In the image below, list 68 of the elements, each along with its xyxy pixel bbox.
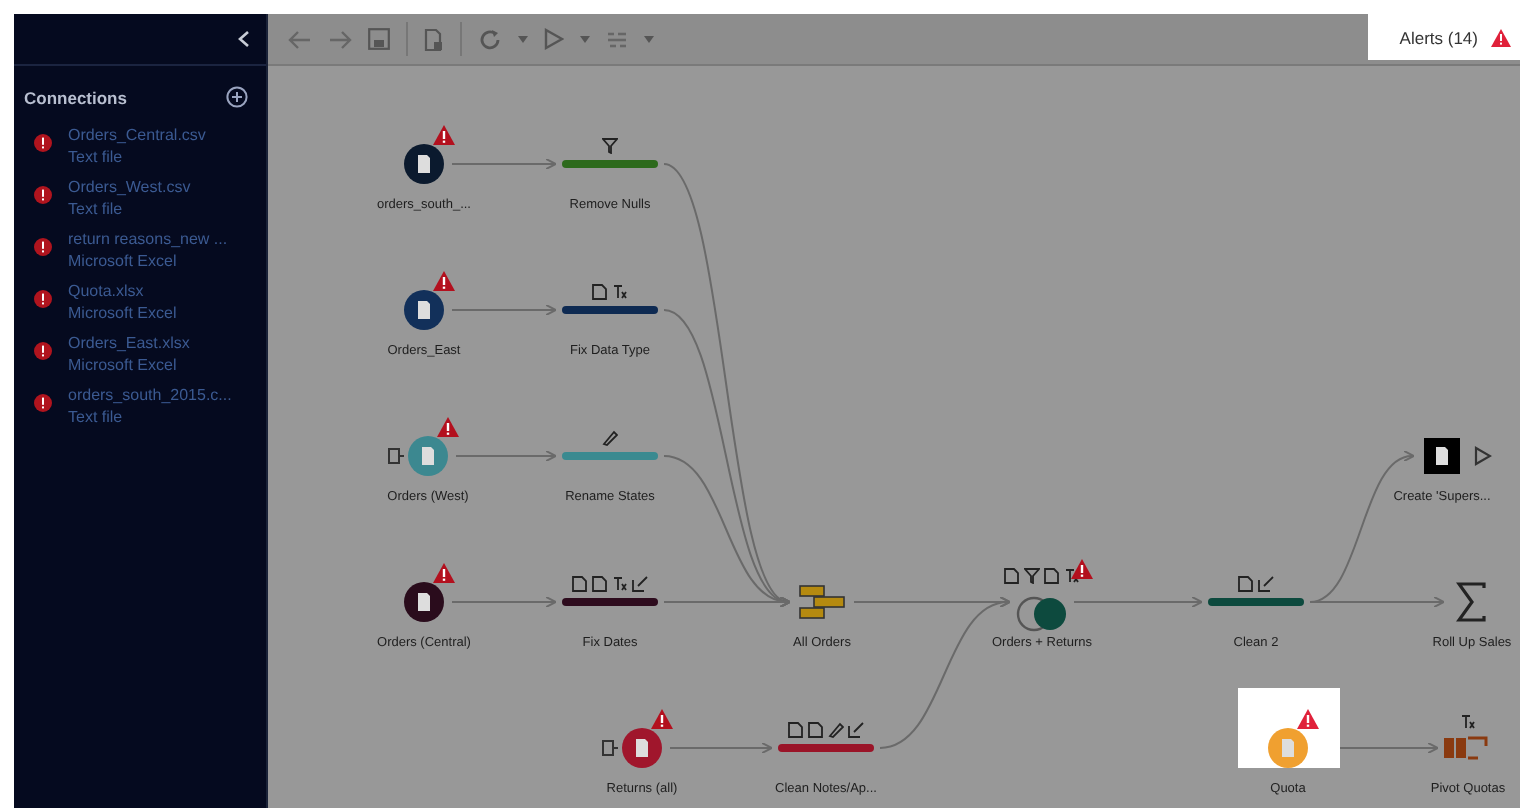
connection-name: Orders_West.csv [68,176,191,198]
connection-name: return reasons_new ... [68,228,228,250]
connections-heading: Connections [24,87,127,107]
clean-step-bar[interactable] [562,160,658,168]
back-icon[interactable] [288,29,312,49]
connection-item[interactable]: Orders_East.xlsx Microsoft Excel [14,328,266,380]
connection-item[interactable]: Orders_Central.csv Text file [14,120,266,172]
join-step-icon[interactable] [1016,596,1068,632]
connector-line [451,596,557,608]
connector-line [455,450,557,462]
connection-name: Quota.xlsx [68,280,146,302]
change-icon [632,576,648,592]
input-step-icon[interactable] [404,582,444,622]
caret-icon[interactable] [644,35,654,43]
connection-type: Microsoft Excel [68,354,179,376]
change-icon [602,138,618,154]
connection-type: Text file [68,146,125,168]
change-icon [612,576,628,592]
layout-icon[interactable] [606,29,628,49]
union-step-icon[interactable] [798,584,846,620]
change-icon [1238,576,1254,592]
document-icon [388,448,404,464]
collapse-button[interactable] [234,26,254,52]
change-icon [592,284,608,300]
run-icon[interactable] [1474,446,1492,466]
connection-name: orders_south_2015.c... [68,384,232,406]
connection-type: Text file [68,406,125,428]
clean-step-bar[interactable] [562,306,658,314]
connector-line [1073,596,1203,608]
connection-type: Text file [68,198,125,220]
caret-icon[interactable] [580,35,590,43]
change-icon [1460,714,1476,730]
run-icon[interactable] [544,28,564,50]
alerts-button[interactable]: Alerts (14) [1367,14,1520,60]
input-step-icon[interactable] [1268,728,1308,768]
clean-step-bar[interactable] [1208,598,1304,606]
refresh-icon[interactable] [478,27,502,51]
input-step-icon[interactable] [404,290,444,330]
change-icon [602,430,618,446]
output-step-icon[interactable] [1424,438,1460,474]
caret-icon[interactable] [518,35,528,43]
connection-type: Microsoft Excel [68,250,179,272]
connection-name: Orders_East.xlsx [68,332,190,354]
change-icon [1064,568,1080,584]
document-icon [602,740,618,756]
sigma-icon[interactable] [1456,582,1488,622]
clean-step-bar[interactable] [562,598,658,606]
connection-item[interactable]: Quota.xlsx Microsoft Excel [14,276,266,328]
warning-icon [1490,27,1512,47]
connection-item[interactable]: orders_south_2015.c... Text file [14,380,266,432]
connector-line [451,158,557,170]
connection-item[interactable]: return reasons_new ... Microsoft Excel [14,224,266,276]
connection-type: Microsoft Excel [68,302,177,324]
forward-icon[interactable] [328,29,352,49]
input-step-icon[interactable] [408,436,448,476]
add-icon[interactable] [226,86,248,108]
save-icon[interactable] [368,28,390,50]
input-step-icon[interactable] [622,728,662,768]
input-step-icon[interactable] [404,144,444,184]
document-icon[interactable] [424,27,444,51]
change-icon [612,284,628,300]
change-icon [848,722,864,738]
connection-name: Orders_Central.csv [68,124,206,146]
change-icon [1258,576,1274,592]
connector-line [451,304,557,316]
pivot-step-icon[interactable] [1442,736,1494,760]
connection-item[interactable]: Orders_West.csv Text file [14,172,266,224]
connector-line [669,742,773,754]
